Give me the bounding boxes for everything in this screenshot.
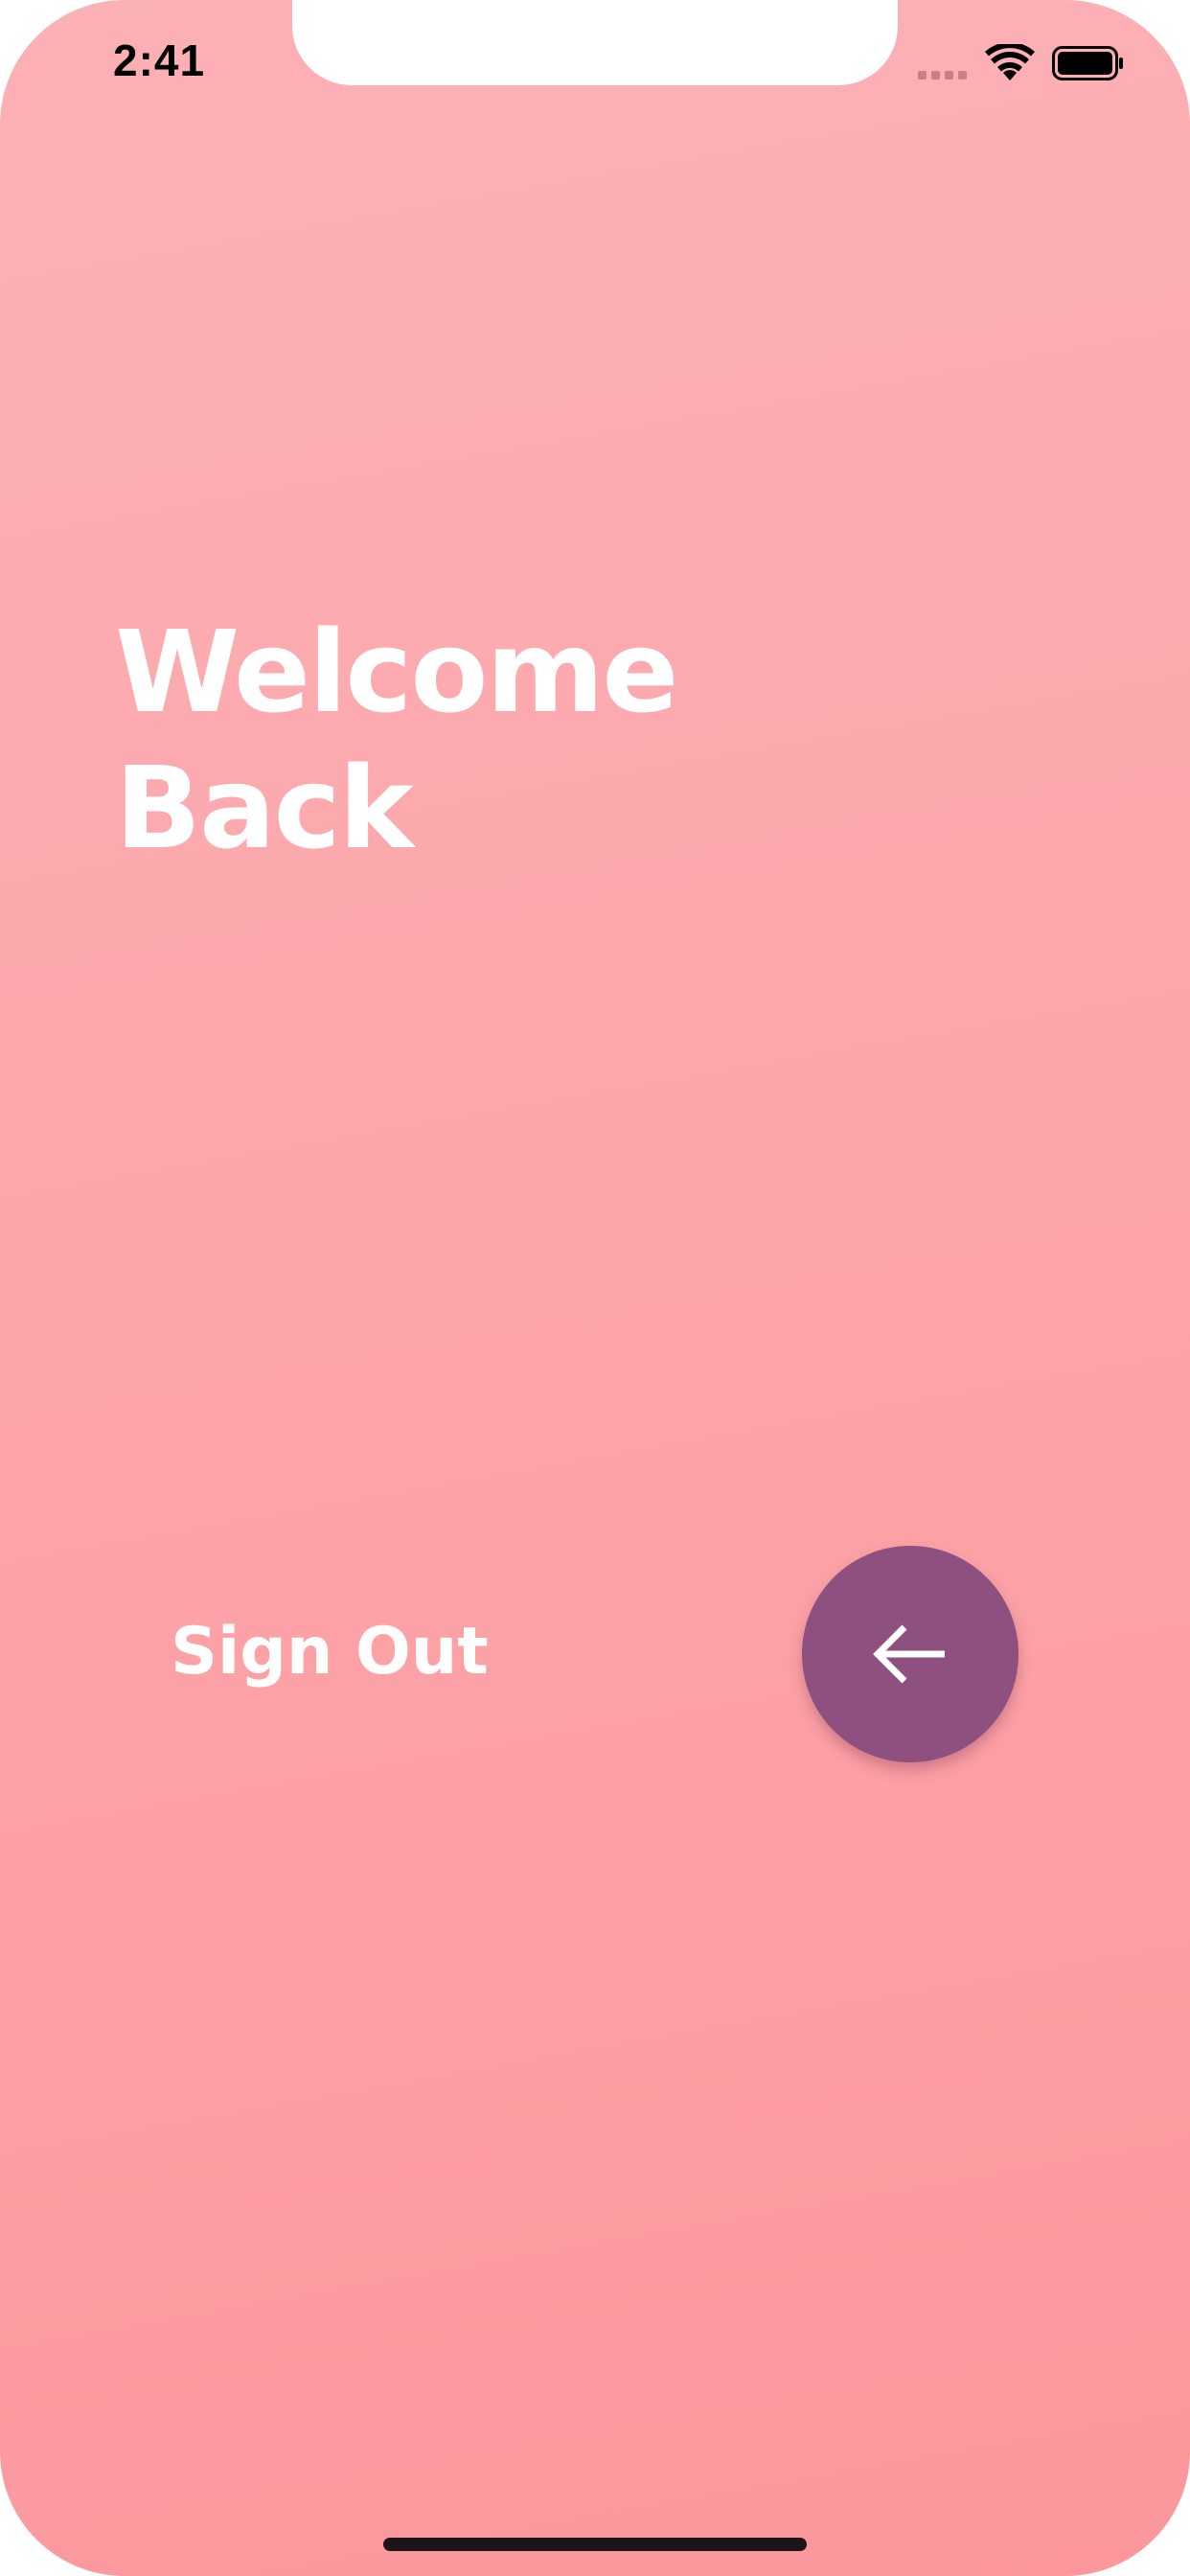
status-bar-time: 2:41 xyxy=(113,35,206,85)
wifi-icon xyxy=(985,44,1035,80)
display-notch xyxy=(292,0,898,85)
battery-icon xyxy=(1052,46,1123,80)
app-screen: 2:41 Welcome Back Sign Out xyxy=(0,0,1190,2576)
arrow-left-icon xyxy=(873,1624,945,1684)
welcome-title: Welcome Back xyxy=(115,606,678,874)
signal-dots-icon xyxy=(918,71,967,80)
home-indicator[interactable] xyxy=(383,2538,807,2551)
back-action-button[interactable] xyxy=(802,1546,1018,1762)
sign-out-button[interactable]: Sign Out xyxy=(171,1614,489,1690)
